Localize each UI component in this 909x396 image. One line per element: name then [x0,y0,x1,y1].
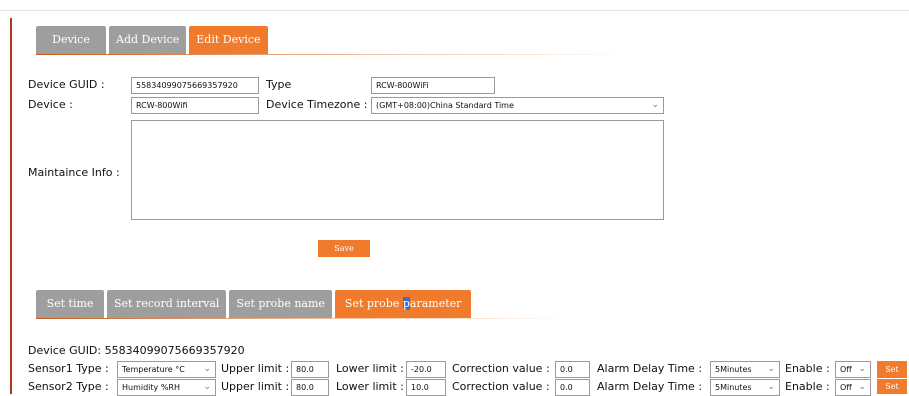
tabs-underline [36,54,636,55]
sensor1-delay-select[interactable]: 5Minutes ⌄ [710,361,780,378]
sensor2-delay-select[interactable]: 5Minutes ⌄ [710,379,780,396]
sensor1-type-label: Sensor1 Type : [28,362,109,375]
tab-label-hl: p [402,297,410,310]
device-label: Device : [28,98,73,111]
sensor2-enable-value: Off [840,383,852,392]
timezone-value: (GMT+08:00)China Standard Time [376,101,514,110]
sensor2-upper-label: Upper limit : [221,380,290,393]
device-field[interactable]: RCW-800Wifi [131,97,259,114]
sensor1-enable-value: Off [840,365,852,374]
save-button[interactable]: Save [318,240,370,257]
sensor2-enable-label: Enable : [785,380,830,393]
chevron-down-icon: ⌄ [203,382,211,392]
chevron-down-icon: ⌄ [651,100,659,110]
sensor1-delay-label: Alarm Delay Time : [597,362,703,375]
sensor1-corr-input[interactable]: 0.0 [555,361,590,378]
sensor2-delay-value: 5Minutes [715,383,752,392]
sensor2-enable-select[interactable]: Off ⌄ [835,379,871,396]
top-divider [0,10,909,11]
sensor1-corr-label: Correction value : [452,362,550,375]
tab-set-time[interactable]: Set time [36,290,104,318]
sensor1-upper-input[interactable]: 80.0 [291,361,329,378]
chevron-down-icon: ⌄ [858,382,866,392]
sensor1-type-select[interactable]: Temperature °C ⌄ [117,361,216,378]
tab-label-pre: Set probe [344,297,403,310]
sensor1-type-value: Temperature °C [122,365,185,374]
sensor2-corr-label: Correction value : [452,380,550,393]
tab-label-post: arameter [409,297,462,310]
device-tabs: Device Add Device Edit Device [36,26,268,54]
chevron-down-icon: ⌄ [858,364,866,374]
sensor1-delay-value: 5Minutes [715,365,752,374]
maint-label: Maintaince Info : [28,166,120,179]
sensor2-upper-input[interactable]: 80.0 [291,379,329,396]
sensor1-lower-input[interactable]: -20.0 [406,361,446,378]
timezone-label: Device Timezone : [266,98,368,111]
sensor1-enable-select[interactable]: Off ⌄ [835,361,871,378]
sensor2-delay-label: Alarm Delay Time : [597,380,703,393]
type-label: Type [266,78,292,91]
probe-guid-line: Device GUID: 55834099075669357920 [28,344,245,357]
sensor1-set-button[interactable]: Set [877,361,907,378]
timezone-select[interactable]: (GMT+08:00)China Standard Time ⌄ [371,97,664,114]
guid-field[interactable]: 55834099075669357920 [131,77,259,94]
sensor1-lower-label: Lower limit : [336,362,404,375]
chevron-down-icon: ⌄ [767,364,775,374]
sensor2-lower-input[interactable]: 10.0 [406,379,446,396]
type-field[interactable]: RCW-800WiFi [371,77,495,94]
tab-set-probe-parameter[interactable]: Set probe parameter [334,290,472,318]
chevron-down-icon: ⌄ [203,364,211,374]
guid-label: Device GUID : [28,78,105,91]
maint-textarea[interactable] [131,120,664,220]
sensor2-lower-label: Lower limit : [336,380,404,393]
tab-add-device[interactable]: Add Device [109,26,187,54]
tab-device[interactable]: Device [36,26,106,54]
left-accent-bar [10,18,12,394]
tab-edit-device[interactable]: Edit Device [189,26,268,54]
sensor2-corr-input[interactable]: 0.0 [555,379,590,396]
sensor2-type-select[interactable]: Humidity %RH ⌄ [117,379,216,396]
probe-tabs: Set time Set record interval Set probe n… [36,290,472,318]
tab-set-probe-name[interactable]: Set probe name [229,290,332,318]
sensor1-enable-label: Enable : [785,362,830,375]
sensor2-set-button[interactable]: Set [877,379,907,394]
sensor1-upper-label: Upper limit : [221,362,290,375]
sensor2-type-label: Sensor2 Type : [28,380,109,393]
sensor2-type-value: Humidity %RH [122,383,180,392]
chevron-down-icon: ⌄ [767,382,775,392]
probe-tabs-underline [36,318,576,319]
tab-set-record-interval[interactable]: Set record interval [107,290,227,318]
